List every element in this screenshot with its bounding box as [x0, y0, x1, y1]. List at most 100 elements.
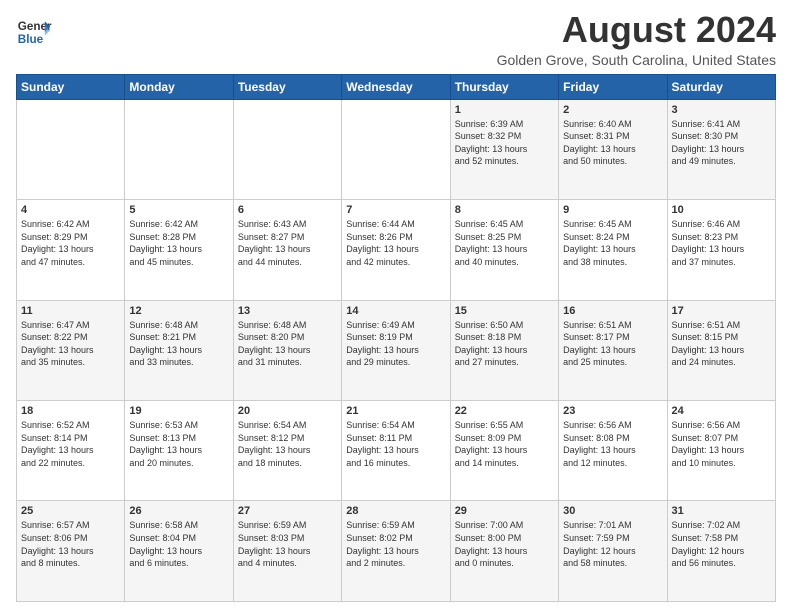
- table-row: 16Sunrise: 6:51 AM Sunset: 8:17 PM Dayli…: [559, 300, 667, 400]
- table-row: 28 Sunrise: 6:59 AM Sunset: 8:02 PM Dayli…: [342, 501, 450, 602]
- col-monday: Monday: [125, 74, 233, 99]
- calendar-week-row: 18 Sunrise: 6:52 AM Sunset: 8:14 PM Dayli…: [17, 401, 776, 501]
- cell-content: Sunrise: 6:42 AM Sunset: 8:29 PM Dayligh…: [21, 218, 120, 268]
- sub-title: Golden Grove, South Carolina, United Sta…: [497, 52, 776, 68]
- cell-content: Sunrise: 6:59 AM Sunset: 8:02 PM Dayligh…: [346, 519, 445, 569]
- cell-content: Sunrise: 6:52 AM Sunset: 8:14 PM Dayligh…: [21, 419, 120, 469]
- page: General Blue August 2024 Golden Grove, S…: [0, 0, 792, 612]
- cell-content: Sunrise: 6:41 AM Sunset: 8:30 PM Dayligh…: [672, 118, 771, 168]
- cell-content: Sunrise: 6:59 AM Sunset: 8:03 PM Dayligh…: [238, 519, 337, 569]
- cell-content: Sunrise: 6:54 AM Sunset: 8:11 PM Dayligh…: [346, 419, 445, 469]
- table-row: 2Sunrise: 6:40 AM Sunset: 8:31 PM Daylig…: [559, 99, 667, 199]
- cell-content: Sunrise: 6:49 AM Sunset: 8:19 PM Dayligh…: [346, 319, 445, 369]
- calendar-week-row: 4 Sunrise: 6:42 AM Sunset: 8:29 PM Daylig…: [17, 200, 776, 300]
- day-number: 4: [21, 204, 120, 216]
- day-number: 13: [238, 305, 337, 317]
- calendar-week-row: 1 Sunrise: 6:39 AM Sunset: 8:32 PM Daylig…: [17, 99, 776, 199]
- cell-content: Sunrise: 6:45 AM Sunset: 8:24 PM Dayligh…: [563, 218, 662, 268]
- day-number: 3: [672, 104, 771, 116]
- day-number: 8: [455, 204, 554, 216]
- table-row: 13Sunrise: 6:48 AM Sunset: 8:20 PM Dayli…: [233, 300, 341, 400]
- table-row: 26Sunrise: 6:58 AM Sunset: 8:04 PM Dayli…: [125, 501, 233, 602]
- table-row: 29 Sunrise: 7:00 AM Sunset: 8:00 PM Dayli…: [450, 501, 558, 602]
- cell-content: Sunrise: 6:40 AM Sunset: 8:31 PM Dayligh…: [563, 118, 662, 168]
- col-tuesday: Tuesday: [233, 74, 341, 99]
- table-row: 20Sunrise: 6:54 AM Sunset: 8:12 PM Dayli…: [233, 401, 341, 501]
- logo: General Blue: [16, 14, 52, 50]
- table-row: 19Sunrise: 6:53 AM Sunset: 8:13 PM Dayli…: [125, 401, 233, 501]
- cell-content: Sunrise: 7:00 AM Sunset: 8:00 PM Dayligh…: [455, 519, 554, 569]
- day-number: 27: [238, 505, 337, 517]
- calendar-week-row: 25Sunrise: 6:57 AM Sunset: 8:06 PM Dayli…: [17, 501, 776, 602]
- svg-text:Blue: Blue: [18, 33, 44, 46]
- col-friday: Friday: [559, 74, 667, 99]
- cell-content: Sunrise: 6:45 AM Sunset: 8:25 PM Dayligh…: [455, 218, 554, 268]
- day-number: 14: [346, 305, 445, 317]
- cell-content: Sunrise: 6:56 AM Sunset: 8:08 PM Dayligh…: [563, 419, 662, 469]
- day-number: 22: [455, 405, 554, 417]
- logo-icon: General Blue: [16, 14, 52, 50]
- cell-content: Sunrise: 6:42 AM Sunset: 8:28 PM Dayligh…: [129, 218, 228, 268]
- table-row: 23 Sunrise: 6:56 AM Sunset: 8:08 PM Dayli…: [559, 401, 667, 501]
- table-row: 25Sunrise: 6:57 AM Sunset: 8:06 PM Dayli…: [17, 501, 125, 602]
- day-number: 1: [455, 104, 554, 116]
- table-row: 12 Sunrise: 6:48 AM Sunset: 8:21 PM Dayli…: [125, 300, 233, 400]
- table-row: 4 Sunrise: 6:42 AM Sunset: 8:29 PM Daylig…: [17, 200, 125, 300]
- day-number: 20: [238, 405, 337, 417]
- table-row: 15 Sunrise: 6:50 AM Sunset: 8:18 PM Dayli…: [450, 300, 558, 400]
- table-row: 7 Sunrise: 6:44 AM Sunset: 8:26 PM Daylig…: [342, 200, 450, 300]
- table-row: 17 Sunrise: 6:51 AM Sunset: 8:15 PM Dayli…: [667, 300, 775, 400]
- table-row: 6Sunrise: 6:43 AM Sunset: 8:27 PM Daylig…: [233, 200, 341, 300]
- table-row: 8 Sunrise: 6:45 AM Sunset: 8:25 PM Daylig…: [450, 200, 558, 300]
- table-row: 31 Sunrise: 7:02 AM Sunset: 7:58 PM Dayli…: [667, 501, 775, 602]
- cell-content: Sunrise: 6:55 AM Sunset: 8:09 PM Dayligh…: [455, 419, 554, 469]
- day-number: 9: [563, 204, 662, 216]
- table-row: 22 Sunrise: 6:55 AM Sunset: 8:09 PM Dayli…: [450, 401, 558, 501]
- col-saturday: Saturday: [667, 74, 775, 99]
- cell-content: Sunrise: 6:43 AM Sunset: 8:27 PM Dayligh…: [238, 218, 337, 268]
- table-row: 10Sunrise: 6:46 AM Sunset: 8:23 PM Dayli…: [667, 200, 775, 300]
- col-sunday: Sunday: [17, 74, 125, 99]
- day-number: 29: [455, 505, 554, 517]
- day-number: 12: [129, 305, 228, 317]
- day-number: 7: [346, 204, 445, 216]
- day-number: 23: [563, 405, 662, 417]
- cell-content: Sunrise: 6:39 AM Sunset: 8:32 PM Dayligh…: [455, 118, 554, 168]
- table-row: 21Sunrise: 6:54 AM Sunset: 8:11 PM Dayli…: [342, 401, 450, 501]
- table-row: [17, 99, 125, 199]
- day-number: 24: [672, 405, 771, 417]
- day-number: 10: [672, 204, 771, 216]
- cell-content: Sunrise: 6:51 AM Sunset: 8:17 PM Dayligh…: [563, 319, 662, 369]
- table-row: 27 Sunrise: 6:59 AM Sunset: 8:03 PM Dayli…: [233, 501, 341, 602]
- table-row: [342, 99, 450, 199]
- calendar-table: Sunday Monday Tuesday Wednesday Thursday…: [16, 74, 776, 602]
- cell-content: Sunrise: 6:44 AM Sunset: 8:26 PM Dayligh…: [346, 218, 445, 268]
- title-block: August 2024 Golden Grove, South Carolina…: [497, 10, 776, 68]
- calendar-week-row: 11Sunrise: 6:47 AM Sunset: 8:22 PM Dayli…: [17, 300, 776, 400]
- cell-content: Sunrise: 6:48 AM Sunset: 8:21 PM Dayligh…: [129, 319, 228, 369]
- day-number: 25: [21, 505, 120, 517]
- day-number: 19: [129, 405, 228, 417]
- table-row: 24 Sunrise: 6:56 AM Sunset: 8:07 PM Dayli…: [667, 401, 775, 501]
- header: General Blue August 2024 Golden Grove, S…: [16, 10, 776, 68]
- cell-content: Sunrise: 6:50 AM Sunset: 8:18 PM Dayligh…: [455, 319, 554, 369]
- table-row: 30Sunrise: 7:01 AM Sunset: 7:59 PM Dayli…: [559, 501, 667, 602]
- table-row: 9 Sunrise: 6:45 AM Sunset: 8:24 PM Daylig…: [559, 200, 667, 300]
- day-number: 18: [21, 405, 120, 417]
- cell-content: Sunrise: 6:58 AM Sunset: 8:04 PM Dayligh…: [129, 519, 228, 569]
- table-row: 14 Sunrise: 6:49 AM Sunset: 8:19 PM Dayli…: [342, 300, 450, 400]
- day-number: 17: [672, 305, 771, 317]
- table-row: 3 Sunrise: 6:41 AM Sunset: 8:30 PM Daylig…: [667, 99, 775, 199]
- day-number: 5: [129, 204, 228, 216]
- cell-content: Sunrise: 6:51 AM Sunset: 8:15 PM Dayligh…: [672, 319, 771, 369]
- table-row: 18 Sunrise: 6:52 AM Sunset: 8:14 PM Dayli…: [17, 401, 125, 501]
- cell-content: Sunrise: 6:47 AM Sunset: 8:22 PM Dayligh…: [21, 319, 120, 369]
- day-number: 28: [346, 505, 445, 517]
- cell-content: Sunrise: 6:56 AM Sunset: 8:07 PM Dayligh…: [672, 419, 771, 469]
- table-row: 1 Sunrise: 6:39 AM Sunset: 8:32 PM Daylig…: [450, 99, 558, 199]
- day-number: 31: [672, 505, 771, 517]
- day-number: 15: [455, 305, 554, 317]
- col-thursday: Thursday: [450, 74, 558, 99]
- cell-content: Sunrise: 7:02 AM Sunset: 7:58 PM Dayligh…: [672, 519, 771, 569]
- table-row: 11Sunrise: 6:47 AM Sunset: 8:22 PM Dayli…: [17, 300, 125, 400]
